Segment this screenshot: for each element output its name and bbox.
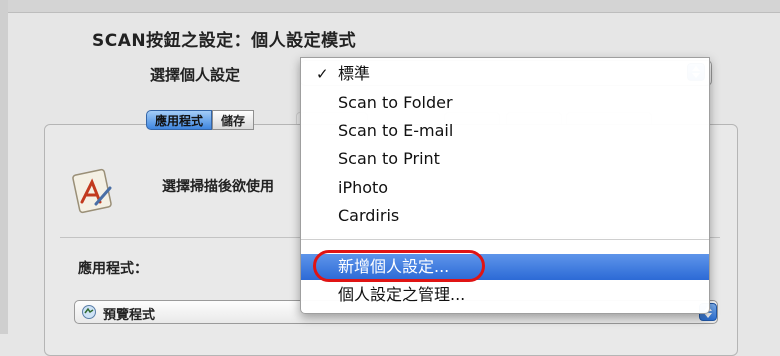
menu-item-scan-to-folder[interactable]: Scan to Folder [301,90,709,116]
tab-save[interactable]: 儲存 [212,110,255,130]
profile-label: 選擇個人設定 [150,66,241,84]
menu-item-cardiris[interactable]: Cardiris [301,203,709,229]
menu-item-label: Cardiris [338,206,400,225]
application-value: 預覽程式 [103,308,156,323]
menu-item-label: iPhoto [338,178,389,197]
preview-app-icon [82,305,96,319]
menu-item-iphoto[interactable]: iPhoto [301,175,709,201]
tab-application[interactable]: 應用程式 [146,110,213,130]
dialog-title: SCAN按鈕之設定：個人設定模式 [92,31,357,51]
menu-item-label: Scan to E-mail [338,121,454,140]
menu-item-label: 標準 [338,64,371,83]
scan-app-icon [72,168,112,214]
menu-item-label: Scan to Print [338,149,440,168]
window-left-edge [0,0,8,334]
panel-description: 選擇掃描後欲使用 [162,179,274,195]
menu-separator [301,239,709,240]
window-top-edge [0,0,780,13]
menu-item-manage-profiles[interactable]: 個人設定之管理... [301,282,709,308]
application-label: 應用程式： [78,261,148,277]
checkmark-icon: ✓ [316,65,329,83]
menu-item-scan-to-email[interactable]: Scan to E-mail [301,118,709,144]
tab-bar: 應用程式 儲存 [146,110,255,132]
menu-item-label: Scan to Folder [338,93,453,112]
menu-item-standard[interactable]: ✓ 標準 [301,61,709,87]
menu-item-scan-to-print[interactable]: Scan to Print [301,146,709,172]
annotation-highlight-ring [313,250,485,282]
menu-item-label: 個人設定之管理... [338,285,466,304]
